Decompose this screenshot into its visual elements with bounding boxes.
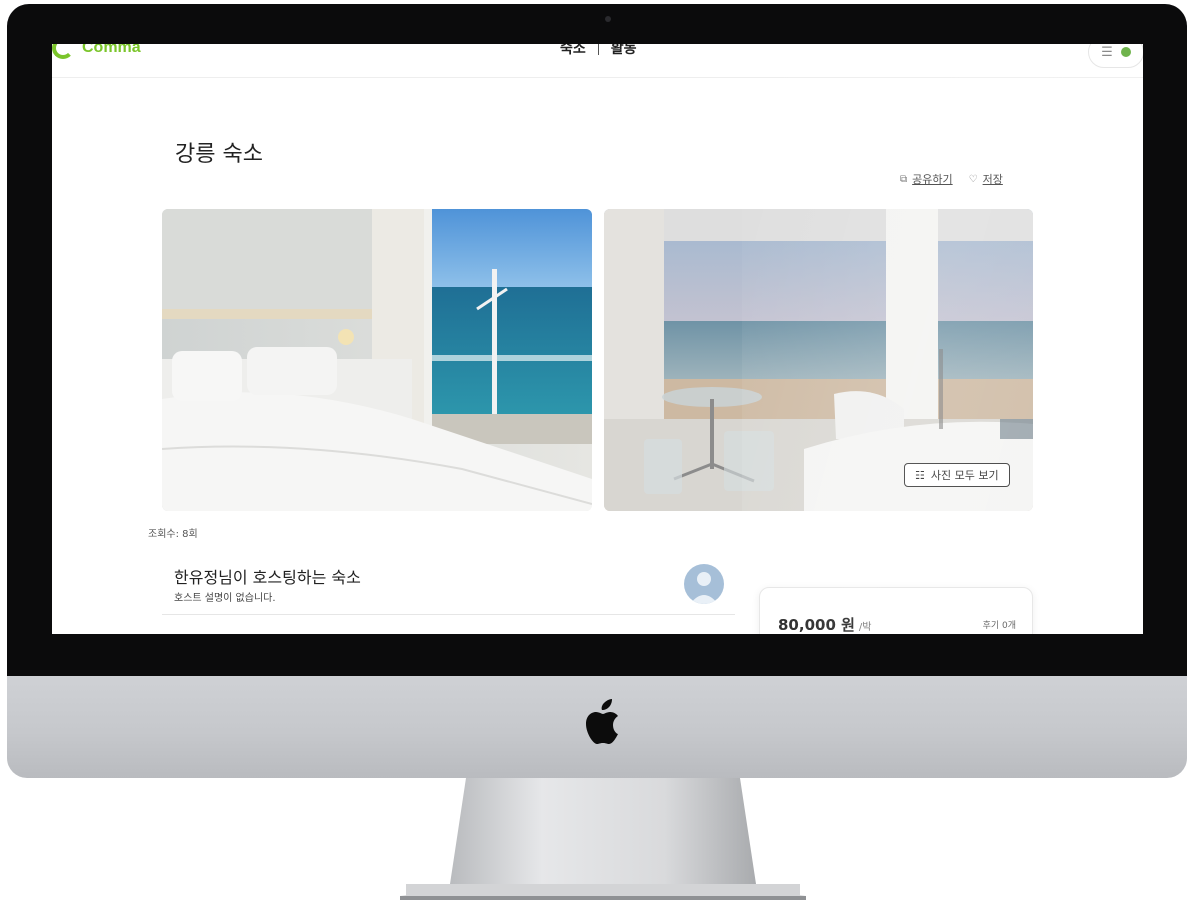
logo-text: Comma (82, 44, 141, 56)
review-count[interactable]: 후기 0개 (983, 618, 1016, 631)
listing-photo-bedroom[interactable] (162, 209, 592, 511)
browser-screen: Comma 숙소 활동 ☰ 강릉 숙소 ⧉ 공유하기 ♡ 저장 ☷ 사진 모두 … (52, 44, 1143, 634)
share-label: 공유하기 (912, 173, 953, 186)
price-value: 80,000 원 (778, 616, 855, 634)
main-nav: 숙소 활동 (560, 44, 637, 58)
page-title: 강릉 숙소 (175, 142, 263, 167)
save-label: 저장 (982, 173, 1003, 186)
nav-item-stays[interactable]: 숙소 (560, 44, 586, 58)
price-unit: /박 (858, 622, 872, 633)
nav-item-activities[interactable]: 활동 (611, 44, 637, 58)
top-navigation-bar: Comma 숙소 활동 ☰ (52, 44, 1143, 78)
share-button[interactable]: ⧉ 공유하기 (900, 171, 953, 187)
profile-avatar (1120, 47, 1131, 57)
webcam (605, 16, 611, 22)
hamburger-icon: ☰ (1101, 44, 1113, 60)
host-description: 호스트 설명이 없습니다. (174, 593, 276, 604)
user-silhouette-icon (690, 572, 718, 604)
apple-logo-icon (586, 699, 618, 744)
user-menu-button[interactable]: ☰ (1088, 44, 1143, 68)
share-icon: ⧉ (900, 173, 908, 185)
save-button[interactable]: ♡ 저장 (969, 171, 1003, 187)
nightly-price: 80,000 원 /박 (778, 614, 871, 634)
heart-icon: ♡ (968, 173, 978, 185)
host-avatar[interactable] (684, 564, 724, 604)
show-all-photos-button[interactable]: ☷ 사진 모두 보기 (904, 463, 1010, 487)
host-title: 한유정님이 호스팅하는 숙소 (174, 568, 361, 587)
show-all-photos-label: 사진 모두 보기 (930, 469, 999, 482)
booking-card: 80,000 원 /박 후기 0개 (759, 587, 1033, 634)
site-logo[interactable]: Comma (52, 44, 141, 59)
listing-actions: ⧉ 공유하기 ♡ 저장 (900, 171, 1003, 187)
section-divider (162, 614, 735, 615)
comma-logo-icon (52, 44, 74, 59)
view-count: 조회수: 8회 (148, 529, 198, 540)
monitor-stand (400, 778, 806, 900)
grid-list-icon: ☷ (915, 468, 925, 482)
nav-divider (597, 44, 599, 55)
